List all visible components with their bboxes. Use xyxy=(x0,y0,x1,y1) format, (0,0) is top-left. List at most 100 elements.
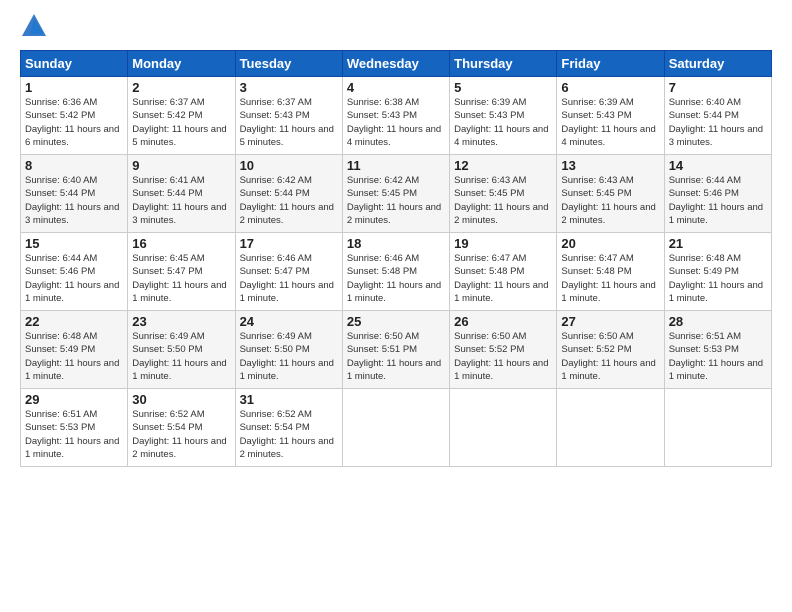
calendar-cell: 16 Sunrise: 6:45 AMSunset: 5:47 PMDaylig… xyxy=(128,233,235,311)
calendar-table: SundayMondayTuesdayWednesdayThursdayFrid… xyxy=(20,50,772,467)
calendar-cell: 13 Sunrise: 6:43 AMSunset: 5:45 PMDaylig… xyxy=(557,155,664,233)
week-row-1: 1 Sunrise: 6:36 AMSunset: 5:42 PMDayligh… xyxy=(21,77,772,155)
logo-icon xyxy=(20,12,48,40)
calendar-cell xyxy=(342,389,449,467)
cell-info: Sunrise: 6:42 AMSunset: 5:44 PMDaylight:… xyxy=(240,174,338,227)
day-number: 5 xyxy=(454,80,552,95)
day-number: 21 xyxy=(669,236,767,251)
header xyxy=(20,16,772,40)
day-number: 10 xyxy=(240,158,338,173)
calendar-cell: 7 Sunrise: 6:40 AMSunset: 5:44 PMDayligh… xyxy=(664,77,771,155)
calendar-cell: 8 Sunrise: 6:40 AMSunset: 5:44 PMDayligh… xyxy=(21,155,128,233)
day-number: 29 xyxy=(25,392,123,407)
day-number: 4 xyxy=(347,80,445,95)
calendar-cell: 4 Sunrise: 6:38 AMSunset: 5:43 PMDayligh… xyxy=(342,77,449,155)
day-header-friday: Friday xyxy=(557,51,664,77)
cell-info: Sunrise: 6:52 AMSunset: 5:54 PMDaylight:… xyxy=(132,408,230,461)
day-number: 7 xyxy=(669,80,767,95)
day-number: 18 xyxy=(347,236,445,251)
calendar-cell: 31 Sunrise: 6:52 AMSunset: 5:54 PMDaylig… xyxy=(235,389,342,467)
day-number: 23 xyxy=(132,314,230,329)
calendar-cell: 29 Sunrise: 6:51 AMSunset: 5:53 PMDaylig… xyxy=(21,389,128,467)
cell-info: Sunrise: 6:50 AMSunset: 5:52 PMDaylight:… xyxy=(454,330,552,383)
week-row-4: 22 Sunrise: 6:48 AMSunset: 5:49 PMDaylig… xyxy=(21,311,772,389)
page: SundayMondayTuesdayWednesdayThursdayFrid… xyxy=(0,0,792,612)
cell-info: Sunrise: 6:40 AMSunset: 5:44 PMDaylight:… xyxy=(25,174,123,227)
day-number: 12 xyxy=(454,158,552,173)
cell-info: Sunrise: 6:44 AMSunset: 5:46 PMDaylight:… xyxy=(25,252,123,305)
calendar-cell: 28 Sunrise: 6:51 AMSunset: 5:53 PMDaylig… xyxy=(664,311,771,389)
calendar-cell: 20 Sunrise: 6:47 AMSunset: 5:48 PMDaylig… xyxy=(557,233,664,311)
calendar-cell: 22 Sunrise: 6:48 AMSunset: 5:49 PMDaylig… xyxy=(21,311,128,389)
cell-info: Sunrise: 6:43 AMSunset: 5:45 PMDaylight:… xyxy=(561,174,659,227)
day-header-wednesday: Wednesday xyxy=(342,51,449,77)
calendar-cell: 21 Sunrise: 6:48 AMSunset: 5:49 PMDaylig… xyxy=(664,233,771,311)
cell-info: Sunrise: 6:37 AMSunset: 5:42 PMDaylight:… xyxy=(132,96,230,149)
day-header-thursday: Thursday xyxy=(450,51,557,77)
day-number: 16 xyxy=(132,236,230,251)
calendar-cell: 30 Sunrise: 6:52 AMSunset: 5:54 PMDaylig… xyxy=(128,389,235,467)
cell-info: Sunrise: 6:39 AMSunset: 5:43 PMDaylight:… xyxy=(561,96,659,149)
day-header-monday: Monday xyxy=(128,51,235,77)
calendar-cell: 2 Sunrise: 6:37 AMSunset: 5:42 PMDayligh… xyxy=(128,77,235,155)
day-number: 2 xyxy=(132,80,230,95)
cell-info: Sunrise: 6:43 AMSunset: 5:45 PMDaylight:… xyxy=(454,174,552,227)
logo xyxy=(20,16,48,40)
week-row-2: 8 Sunrise: 6:40 AMSunset: 5:44 PMDayligh… xyxy=(21,155,772,233)
day-number: 30 xyxy=(132,392,230,407)
cell-info: Sunrise: 6:45 AMSunset: 5:47 PMDaylight:… xyxy=(132,252,230,305)
cell-info: Sunrise: 6:49 AMSunset: 5:50 PMDaylight:… xyxy=(132,330,230,383)
day-number: 26 xyxy=(454,314,552,329)
calendar-cell: 18 Sunrise: 6:46 AMSunset: 5:48 PMDaylig… xyxy=(342,233,449,311)
cell-info: Sunrise: 6:39 AMSunset: 5:43 PMDaylight:… xyxy=(454,96,552,149)
calendar-cell: 6 Sunrise: 6:39 AMSunset: 5:43 PMDayligh… xyxy=(557,77,664,155)
day-header-sunday: Sunday xyxy=(21,51,128,77)
cell-info: Sunrise: 6:51 AMSunset: 5:53 PMDaylight:… xyxy=(25,408,123,461)
day-header-saturday: Saturday xyxy=(664,51,771,77)
day-number: 11 xyxy=(347,158,445,173)
cell-info: Sunrise: 6:51 AMSunset: 5:53 PMDaylight:… xyxy=(669,330,767,383)
calendar-cell xyxy=(557,389,664,467)
day-number: 31 xyxy=(240,392,338,407)
day-header-tuesday: Tuesday xyxy=(235,51,342,77)
calendar-cell: 25 Sunrise: 6:50 AMSunset: 5:51 PMDaylig… xyxy=(342,311,449,389)
day-number: 22 xyxy=(25,314,123,329)
day-number: 27 xyxy=(561,314,659,329)
calendar-cell: 1 Sunrise: 6:36 AMSunset: 5:42 PMDayligh… xyxy=(21,77,128,155)
calendar-cell: 19 Sunrise: 6:47 AMSunset: 5:48 PMDaylig… xyxy=(450,233,557,311)
cell-info: Sunrise: 6:44 AMSunset: 5:46 PMDaylight:… xyxy=(669,174,767,227)
calendar-cell: 5 Sunrise: 6:39 AMSunset: 5:43 PMDayligh… xyxy=(450,77,557,155)
cell-info: Sunrise: 6:52 AMSunset: 5:54 PMDaylight:… xyxy=(240,408,338,461)
day-number: 9 xyxy=(132,158,230,173)
cell-info: Sunrise: 6:41 AMSunset: 5:44 PMDaylight:… xyxy=(132,174,230,227)
day-number: 13 xyxy=(561,158,659,173)
cell-info: Sunrise: 6:50 AMSunset: 5:52 PMDaylight:… xyxy=(561,330,659,383)
calendar-cell: 10 Sunrise: 6:42 AMSunset: 5:44 PMDaylig… xyxy=(235,155,342,233)
calendar-cell: 12 Sunrise: 6:43 AMSunset: 5:45 PMDaylig… xyxy=(450,155,557,233)
day-number: 24 xyxy=(240,314,338,329)
calendar-cell: 9 Sunrise: 6:41 AMSunset: 5:44 PMDayligh… xyxy=(128,155,235,233)
cell-info: Sunrise: 6:46 AMSunset: 5:47 PMDaylight:… xyxy=(240,252,338,305)
calendar-cell: 15 Sunrise: 6:44 AMSunset: 5:46 PMDaylig… xyxy=(21,233,128,311)
day-number: 3 xyxy=(240,80,338,95)
cell-info: Sunrise: 6:47 AMSunset: 5:48 PMDaylight:… xyxy=(454,252,552,305)
calendar-cell: 26 Sunrise: 6:50 AMSunset: 5:52 PMDaylig… xyxy=(450,311,557,389)
cell-info: Sunrise: 6:50 AMSunset: 5:51 PMDaylight:… xyxy=(347,330,445,383)
cell-info: Sunrise: 6:40 AMSunset: 5:44 PMDaylight:… xyxy=(669,96,767,149)
day-number: 15 xyxy=(25,236,123,251)
cell-info: Sunrise: 6:48 AMSunset: 5:49 PMDaylight:… xyxy=(669,252,767,305)
day-number: 14 xyxy=(669,158,767,173)
day-number: 8 xyxy=(25,158,123,173)
day-number: 1 xyxy=(25,80,123,95)
day-number: 28 xyxy=(669,314,767,329)
calendar-cell: 11 Sunrise: 6:42 AMSunset: 5:45 PMDaylig… xyxy=(342,155,449,233)
calendar-cell: 23 Sunrise: 6:49 AMSunset: 5:50 PMDaylig… xyxy=(128,311,235,389)
cell-info: Sunrise: 6:42 AMSunset: 5:45 PMDaylight:… xyxy=(347,174,445,227)
cell-info: Sunrise: 6:47 AMSunset: 5:48 PMDaylight:… xyxy=(561,252,659,305)
week-row-3: 15 Sunrise: 6:44 AMSunset: 5:46 PMDaylig… xyxy=(21,233,772,311)
cell-info: Sunrise: 6:46 AMSunset: 5:48 PMDaylight:… xyxy=(347,252,445,305)
day-number: 17 xyxy=(240,236,338,251)
day-number: 25 xyxy=(347,314,445,329)
day-number: 20 xyxy=(561,236,659,251)
cell-info: Sunrise: 6:38 AMSunset: 5:43 PMDaylight:… xyxy=(347,96,445,149)
